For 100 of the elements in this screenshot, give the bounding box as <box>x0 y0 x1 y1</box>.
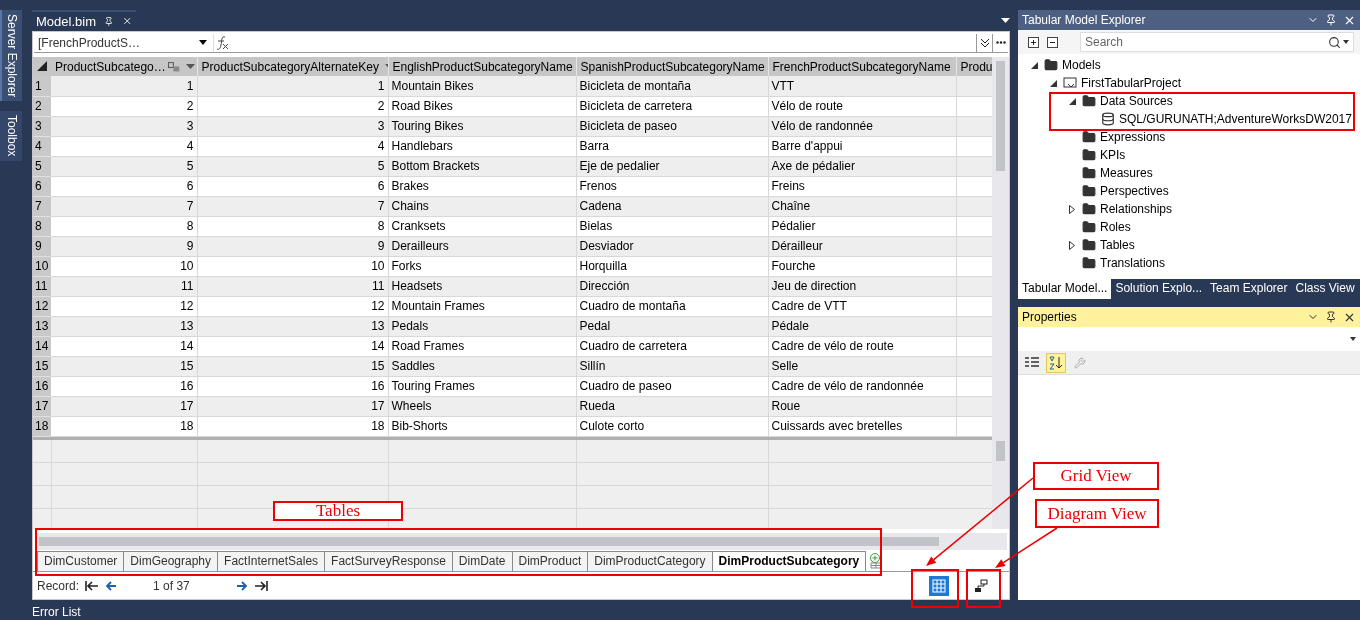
pin-icon[interactable] <box>103 15 114 27</box>
error-list-tab[interactable]: Error List <box>32 605 81 619</box>
folder-icon <box>1082 220 1096 234</box>
column-header[interactable]: ProductSubcatego… <box>51 57 197 76</box>
expanded-arrow-icon[interactable] <box>1068 97 1076 105</box>
tree-item[interactable]: Translations <box>1100 256 1165 270</box>
row-number[interactable]: 16 <box>33 376 51 396</box>
table-cell: 9 <box>51 236 197 256</box>
grid-view-icon <box>932 579 946 593</box>
vertical-scrollbar[interactable] <box>992 437 1009 529</box>
column-header[interactable]: Produ <box>956 57 992 76</box>
vertical-scrollbar[interactable] <box>992 57 1009 437</box>
sheet-tab[interactable]: DimProductCategory <box>587 551 713 571</box>
folder-icon <box>1082 148 1096 162</box>
previous-record-button[interactable] <box>105 581 118 591</box>
table-cell: 7 <box>51 196 197 216</box>
expand-formula-button[interactable] <box>976 33 992 52</box>
row-number[interactable]: 3 <box>33 116 51 136</box>
key-column-icon <box>167 61 180 72</box>
row-number[interactable]: 13 <box>33 316 51 336</box>
row-number[interactable]: 18 <box>33 416 51 436</box>
next-record-button[interactable] <box>235 581 248 591</box>
tree-item[interactable]: Relationships <box>1100 202 1173 216</box>
collapsed-arrow-icon[interactable] <box>1069 204 1075 214</box>
row-number[interactable]: 5 <box>33 156 51 176</box>
pin-icon[interactable] <box>1325 13 1337 26</box>
sheet-tab[interactable]: FactInternetSales <box>217 551 326 571</box>
row-number[interactable]: 12 <box>33 296 51 316</box>
table-cell: 1 <box>51 76 197 96</box>
side-tab[interactable]: Toolbox <box>0 111 22 161</box>
callout-label: Grid View <box>1033 462 1159 490</box>
row-number[interactable]: 4 <box>33 136 51 156</box>
expanded-arrow-icon[interactable] <box>1030 61 1038 69</box>
panel-tab[interactable]: Class View <box>1291 279 1359 299</box>
double-chevron-icon <box>979 37 990 48</box>
filter-dropdown-icon[interactable] <box>185 64 195 69</box>
close-icon[interactable] <box>121 15 132 27</box>
corner-triangle-icon <box>37 60 47 71</box>
tree-item[interactable]: FirstTabularProject <box>1081 76 1182 90</box>
row-number[interactable]: 8 <box>33 216 51 236</box>
first-record-button[interactable] <box>85 581 100 591</box>
row-number[interactable]: 7 <box>33 196 51 216</box>
callout-label: Diagram View <box>1035 499 1159 528</box>
sheet-tab[interactable]: DimCustomer <box>37 551 125 571</box>
table-cell: 17 <box>51 396 197 416</box>
row-number[interactable]: 9 <box>33 236 51 256</box>
column-header[interactable]: ProductSubcategoryAlternateKey <box>197 57 388 76</box>
dropdown-arrow-icon <box>199 40 207 45</box>
panel-title: Tabular Model Explorer <box>1022 13 1146 27</box>
row-number[interactable]: 17 <box>33 396 51 416</box>
tree-item[interactable]: SQL/GURUNATH;AdventureWorksDW2017 <box>1119 112 1352 126</box>
sheet-tab[interactable]: DimProduct <box>511 551 589 571</box>
column-selector[interactable]: [FrenchProductS… <box>34 33 214 52</box>
column-header[interactable]: SpanishProductSubcategoryName <box>576 57 768 76</box>
tree-item[interactable]: Expressions <box>1100 130 1166 144</box>
folder-icon <box>1082 256 1096 270</box>
tree-item[interactable]: Tables <box>1100 238 1135 252</box>
tree-item[interactable]: KPIs <box>1100 148 1126 162</box>
table-cell: 10 <box>51 256 197 276</box>
horizontal-scrollbar[interactable] <box>35 533 1007 550</box>
column-header[interactable]: EnglishProductSubcategoryName <box>388 57 576 76</box>
dropdown-arrow-icon[interactable] <box>1001 18 1010 23</box>
search-field[interactable]: Search <box>1080 32 1354 52</box>
function-icon[interactable] <box>214 34 230 51</box>
sheet-tab[interactable]: DimProductSubcategory <box>711 551 867 571</box>
tree-item[interactable]: Models <box>1062 58 1101 72</box>
sheet-tab[interactable]: DimDate <box>451 551 513 571</box>
row-number[interactable]: 2 <box>33 96 51 116</box>
row-number[interactable]: 1 <box>33 76 51 96</box>
collapse-all-icon[interactable] <box>1047 36 1058 48</box>
tree-item[interactable]: Roles <box>1100 220 1131 234</box>
table-cell: 11 <box>51 276 197 296</box>
expanded-arrow-icon[interactable] <box>1049 79 1057 87</box>
column-label: SpanishProductSubcategoryName <box>580 59 765 74</box>
row-number[interactable]: 6 <box>33 176 51 196</box>
tree-item[interactable]: Data Sources <box>1100 94 1173 108</box>
row-number[interactable]: 15 <box>33 356 51 376</box>
search-icon <box>1328 35 1341 49</box>
tree-item[interactable]: Measures <box>1100 166 1153 180</box>
expand-all-icon[interactable] <box>1028 36 1039 48</box>
row-number[interactable]: 14 <box>33 336 51 356</box>
side-tab[interactable]: Server Explorer <box>0 10 22 102</box>
alphabetical-sort-icon[interactable] <box>1046 352 1066 373</box>
tree-item[interactable]: Perspectives <box>1100 184 1169 198</box>
last-record-button[interactable] <box>253 581 268 591</box>
row-number[interactable]: 11 <box>33 276 51 296</box>
collapsed-arrow-icon[interactable] <box>1069 240 1075 250</box>
more-button[interactable] <box>992 33 1008 52</box>
pin-icon[interactable] <box>1325 310 1337 323</box>
dropdown-arrow-icon[interactable] <box>1350 337 1356 341</box>
highlight-frame <box>911 569 959 608</box>
panel-tab[interactable]: Team Explorer <box>1206 279 1292 299</box>
ellipsis-icon <box>995 41 1006 44</box>
grid-view-button[interactable] <box>929 576 949 596</box>
row-number[interactable]: 10 <box>33 256 51 276</box>
panel-tab[interactable]: Solution Explo... <box>1111 279 1207 299</box>
sheet-tab[interactable]: DimGeography <box>123 551 219 571</box>
panel-tab[interactable]: Tabular Model... <box>1018 279 1112 299</box>
sheet-tab[interactable]: FactSurveyResponse <box>324 551 453 571</box>
column-header[interactable]: FrenchProductSubcategoryName <box>768 57 956 76</box>
